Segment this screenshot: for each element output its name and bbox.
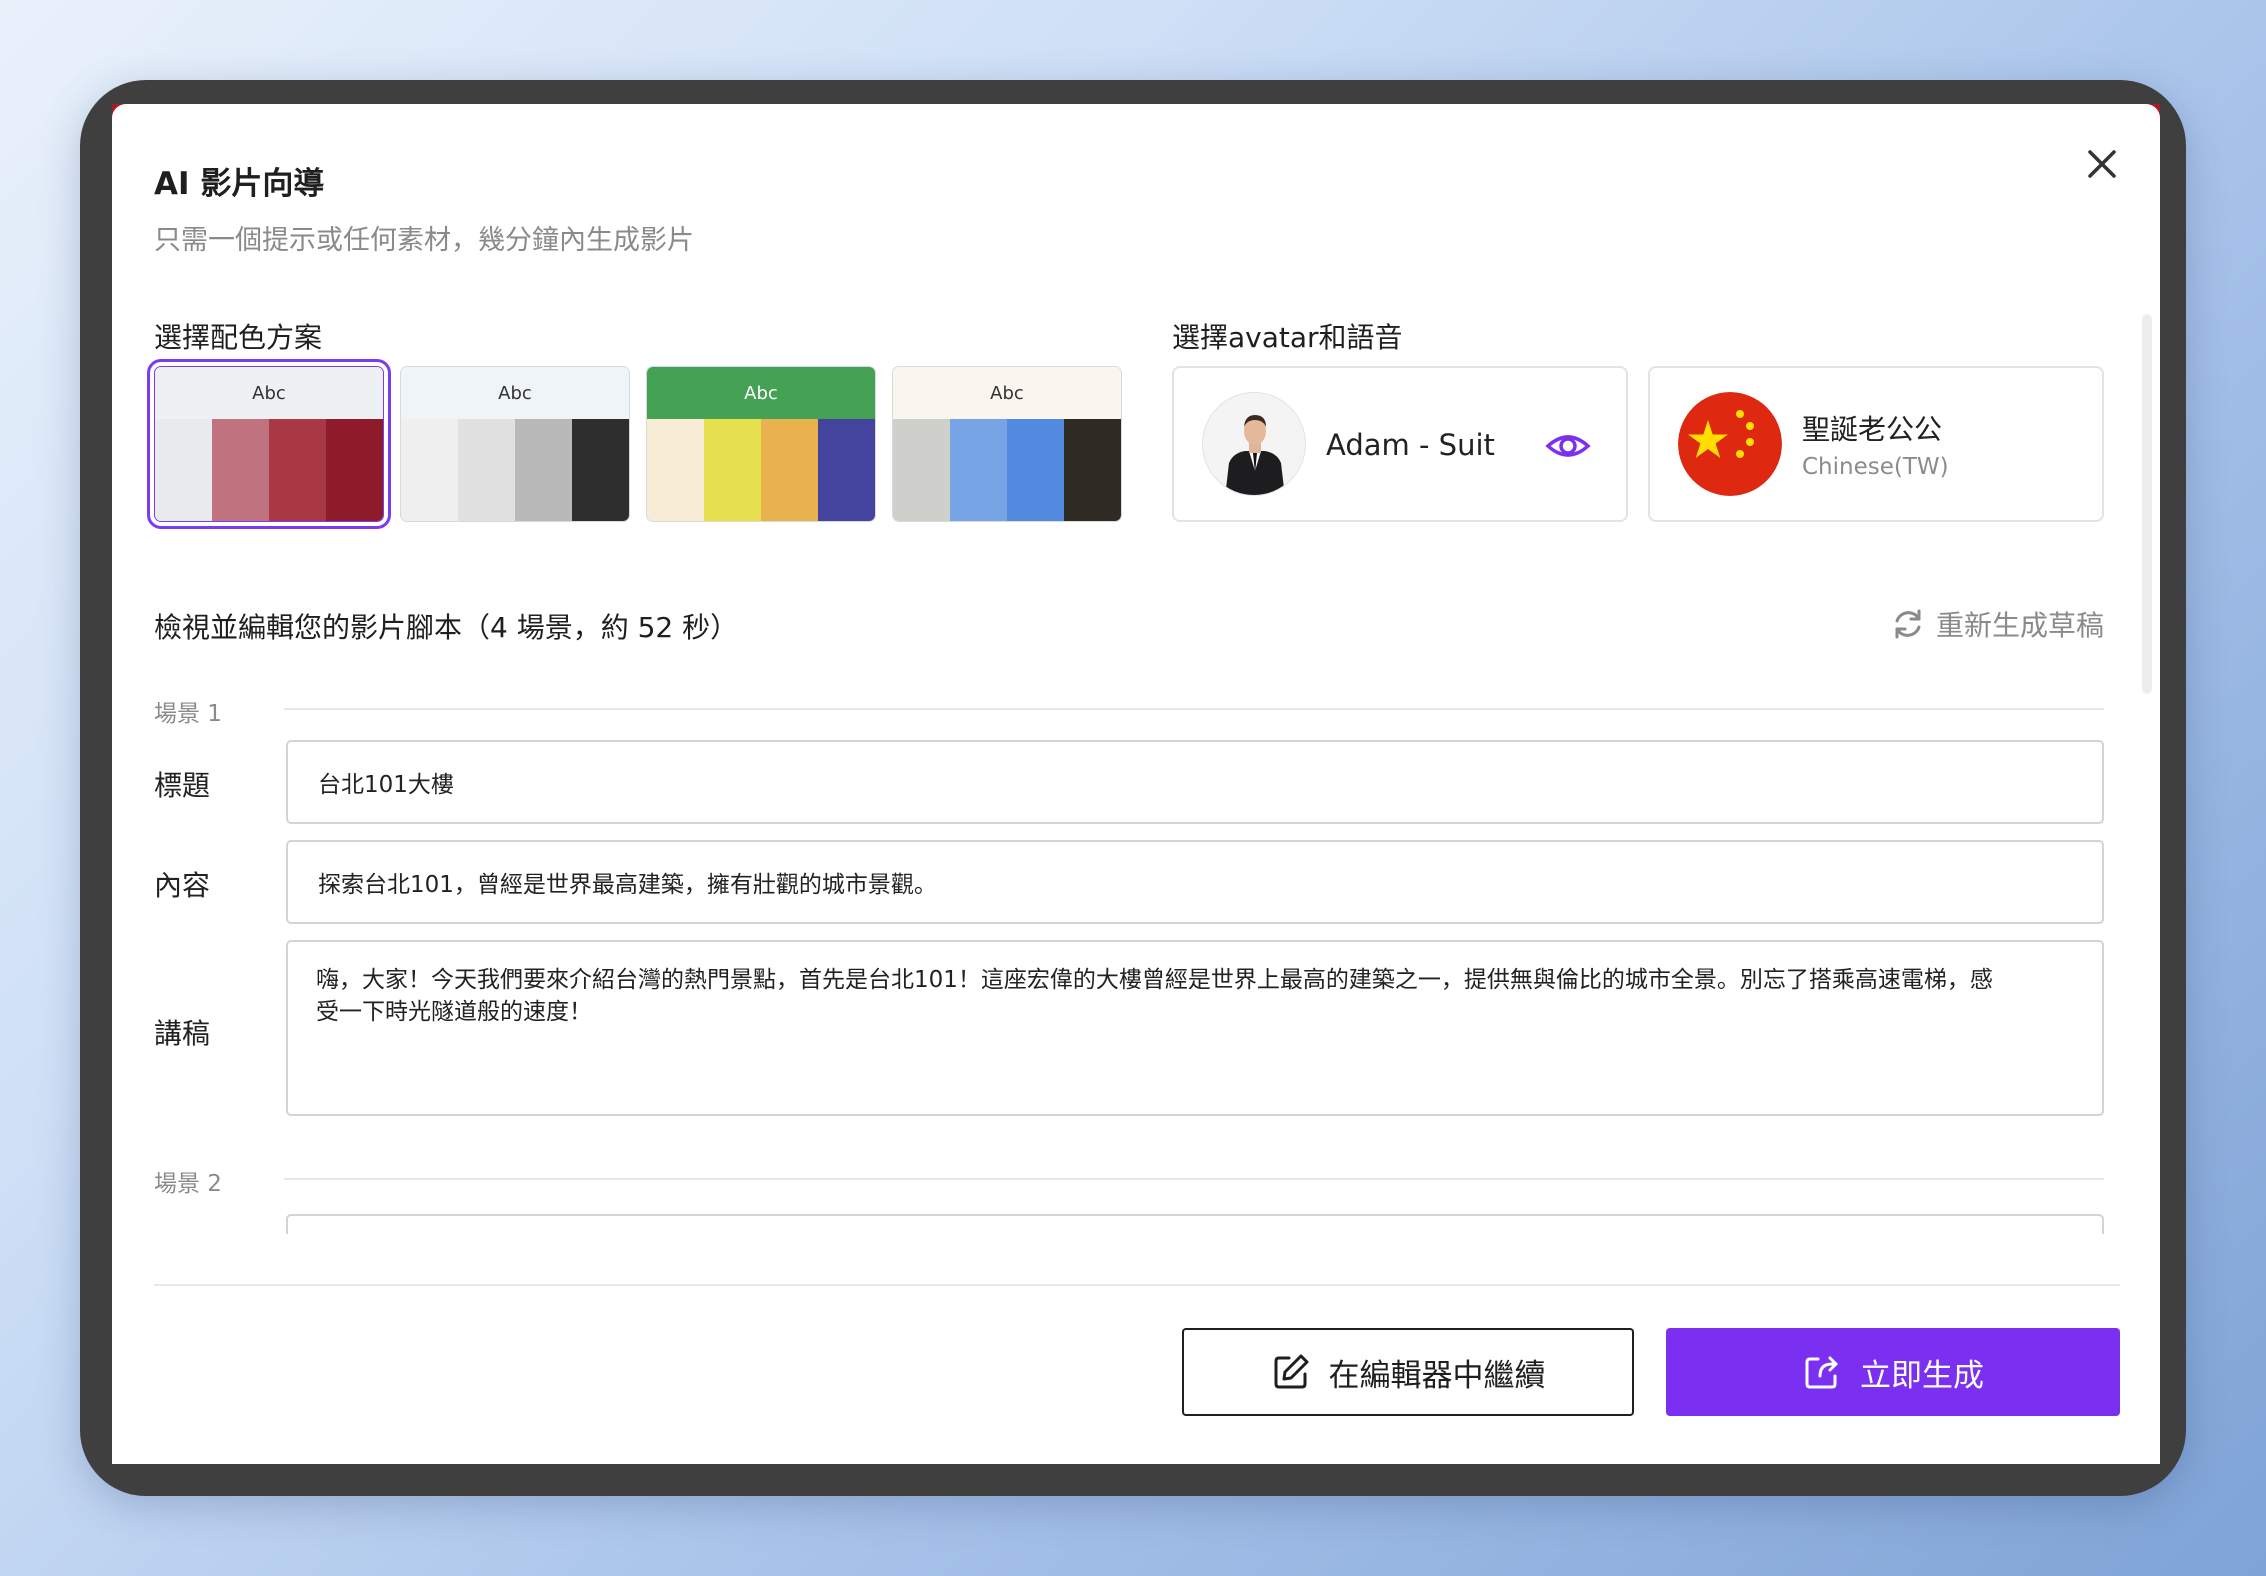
scene-speech-textarea[interactable]: 嗨，大家！今天我們要來介紹台灣的熱門景點，首先是台北101！這座宏偉的大樓曾經是… <box>286 940 2104 1116</box>
modal-subtitle: 只需一個提示或任何素材，幾分鐘內生成影片 <box>154 225 694 256</box>
continue-label: 在編輯器中繼續 <box>1328 1357 1546 1394</box>
avatar-card[interactable]: Adam - Suit <box>1172 366 1628 522</box>
palette-option-2[interactable]: Abc <box>400 366 630 522</box>
palette-header: Abc <box>893 367 1121 419</box>
palette-label: Abc <box>744 382 778 404</box>
scene-title-value: 台北101大樓 <box>318 772 454 798</box>
voice-language: Chinese(TW) <box>1802 454 1949 480</box>
close-icon <box>2088 150 2116 178</box>
avatar <box>1202 392 1306 496</box>
voice-name: 聖誕老公公 <box>1802 413 1943 446</box>
speech-line: 受一下時光隧道般的速度！ <box>316 999 592 1025</box>
palette-label: Abc <box>252 382 286 404</box>
palette-header: Abc <box>155 367 383 419</box>
refresh-icon <box>1895 609 1921 639</box>
avatar-name: Adam - Suit <box>1326 428 1495 462</box>
content-field-label: 內容 <box>154 869 211 902</box>
palette-header: Abc <box>647 367 875 419</box>
palette-header: Abc <box>401 367 629 419</box>
scene-divider <box>284 708 2104 710</box>
scene-content-input[interactable]: 探索台北101，曾經是世界最高建築，擁有壯觀的城市景觀。 <box>286 840 2104 924</box>
scrollbar[interactable] <box>2142 314 2152 694</box>
modal-title: AI 影片向導 <box>154 166 325 202</box>
eye-icon[interactable] <box>1544 422 1592 470</box>
palette-option-1[interactable]: Abc <box>147 359 391 529</box>
script-section-title: 檢視並編輯您的影片腳本（4 場景，約 52 秒） <box>154 611 739 644</box>
regenerate-label: 重新生成草稿 <box>1936 609 2105 642</box>
scene-title-input[interactable]: 台北101大樓 <box>286 740 2104 824</box>
palette-label: Abc <box>990 382 1024 404</box>
continue-in-editor-button[interactable]: 在編輯器中繼續 <box>1182 1328 1634 1416</box>
scene-2-label: 場景 2 <box>154 1171 222 1197</box>
ai-video-wizard-modal: AI 影片向導 只需一個提示或任何素材，幾分鐘內生成影片 選擇配色方案 Abc … <box>112 104 2160 1464</box>
palette-swatches <box>893 419 1121 521</box>
palette-swatches <box>401 419 629 521</box>
palette-swatches <box>647 419 875 521</box>
palette-label: Abc <box>498 382 532 404</box>
scene-content-value: 探索台北101，曾經是世界最高建築，擁有壯觀的城市景觀。 <box>318 872 937 898</box>
avatar-voice-label: 選擇avatar和語音 <box>1172 321 1403 354</box>
footer-divider <box>154 1284 2120 1286</box>
scene-1-label: 場景 1 <box>154 701 222 727</box>
voice-card[interactable]: 聖誕老公公 Chinese(TW) <box>1648 366 2104 522</box>
speech-line: 嗨，大家！今天我們要來介紹台灣的熱門景點，首先是台北101！這座宏偉的大樓曾經是… <box>316 967 1993 993</box>
speech-field-label: 講稿 <box>154 1017 211 1050</box>
title-field-label: 標題 <box>154 769 211 802</box>
close-button[interactable] <box>2080 142 2124 186</box>
regenerate-draft-button[interactable]: 重新生成草稿 <box>1890 604 2104 644</box>
palette-swatches <box>155 419 383 521</box>
generate-label: 立即生成 <box>1860 1357 1984 1394</box>
scene-2-title-input[interactable] <box>286 1214 2104 1234</box>
edit-icon <box>1274 1354 1308 1389</box>
generate-now-button[interactable]: 立即生成 <box>1666 1328 2120 1416</box>
scene-divider <box>284 1178 2104 1180</box>
palette-option-4[interactable]: Abc <box>892 366 1122 522</box>
china-flag-icon <box>1678 392 1782 496</box>
palette-option-3[interactable]: Abc <box>646 366 876 522</box>
share-export-icon <box>1805 1356 1838 1389</box>
color-scheme-label: 選擇配色方案 <box>154 321 323 354</box>
